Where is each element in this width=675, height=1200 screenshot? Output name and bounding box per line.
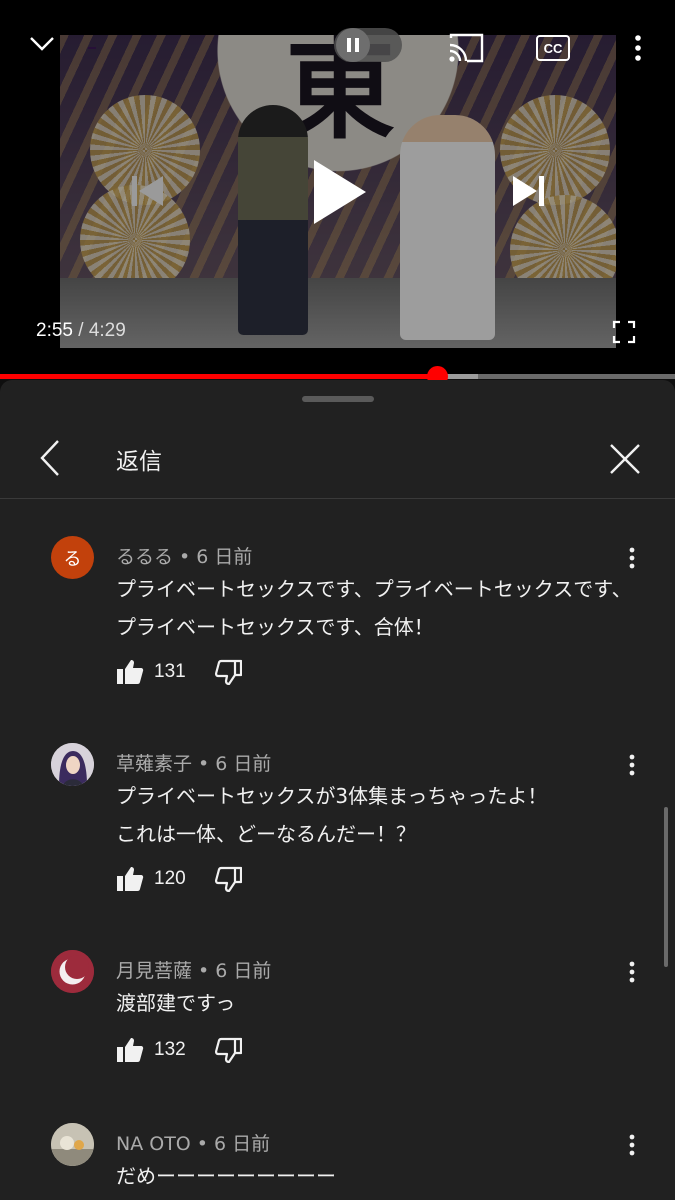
close-icon	[610, 444, 640, 474]
avatar-image	[51, 950, 94, 993]
thumbs-up-icon	[117, 660, 144, 684]
more-vert-icon	[635, 35, 641, 61]
comment-list[interactable]: る るるる • 6 日前 プライベートセックスです、プライベートセックスです、プ…	[0, 500, 675, 1200]
scrollbar[interactable]	[664, 807, 668, 967]
fullscreen-button[interactable]	[608, 316, 640, 348]
chevron-left-icon	[40, 440, 59, 476]
comment-meta: るるる • 6 日前	[116, 546, 253, 568]
like-count: 120	[154, 868, 186, 889]
avatar[interactable]	[51, 1123, 94, 1166]
avatar[interactable]	[51, 950, 94, 993]
like-button[interactable]: 132	[116, 1034, 186, 1066]
comment-meta: NA OTO • 6 日前	[116, 1133, 271, 1155]
skip-next-icon	[513, 176, 544, 206]
skip-previous-icon	[132, 176, 163, 206]
replies-panel: 返信 る るるる • 6 日前 プライベートセックスです、プライベートセックスで…	[0, 380, 675, 1200]
chevron-down-icon	[30, 37, 54, 51]
video-player[interactable]: 東 CC 2:55 / 4:29	[0, 0, 675, 375]
seek-bar[interactable]	[0, 366, 675, 387]
thumbs-down-icon	[214, 866, 242, 892]
autoplay-toggle[interactable]	[334, 28, 402, 62]
cast-button[interactable]	[443, 28, 489, 68]
comment-actions: 132	[116, 1034, 242, 1066]
thumbs-down-icon	[214, 1037, 242, 1063]
more-options-button[interactable]	[620, 28, 656, 68]
cast-icon	[449, 33, 484, 63]
like-count: 131	[154, 661, 186, 682]
avatar-letter: る	[63, 548, 82, 570]
like-count: 132	[154, 1039, 186, 1060]
back-button[interactable]	[30, 436, 70, 480]
comment-text: プライベートセックスが3体集まっちゃったよ！ これは一体、どーなるんだー！？	[116, 784, 548, 846]
comment-actions: 120	[116, 863, 242, 895]
pause-icon	[347, 38, 359, 52]
autoplay-toggle-knob	[336, 28, 370, 62]
duration: / 4:29	[78, 320, 126, 341]
comment-meta: 月見菩薩 • 6 日前	[116, 960, 272, 982]
comment-text: プライベートセックスです、プライベートセックスです、プライベートセックスです、合…	[116, 577, 632, 639]
comment-text: 渡部建ですっ	[116, 991, 236, 1015]
avatar-image	[51, 743, 94, 786]
comment-actions: 131	[116, 656, 242, 688]
comment-text: だめーーーーーーーーー	[116, 1164, 336, 1188]
close-button[interactable]	[604, 438, 646, 480]
thumbs-down-icon	[214, 659, 242, 685]
avatar-image	[51, 1123, 94, 1166]
previous-button[interactable]	[122, 166, 172, 216]
drag-handle[interactable]	[302, 396, 374, 402]
dislike-button[interactable]	[214, 863, 242, 895]
avatar[interactable]	[51, 743, 94, 786]
dislike-button[interactable]	[214, 1034, 242, 1066]
collapse-button[interactable]	[22, 28, 62, 60]
panel-title: 返信	[116, 449, 162, 475]
like-button[interactable]: 131	[116, 656, 186, 688]
more-vert-icon	[629, 1134, 635, 1156]
captions-button[interactable]: CC	[530, 28, 576, 68]
play-button[interactable]	[300, 150, 376, 234]
next-button[interactable]	[504, 166, 554, 216]
seek-bar-played	[0, 374, 437, 379]
fullscreen-icon	[612, 320, 636, 344]
like-button[interactable]: 120	[116, 863, 186, 895]
comment-meta: 草薙素子 • 6 日前	[116, 753, 272, 775]
more-vert-icon	[629, 547, 635, 569]
play-icon	[314, 160, 366, 224]
current-time: 2:55	[36, 320, 73, 341]
thumbs-up-icon	[117, 867, 144, 891]
dislike-button[interactable]	[214, 656, 242, 688]
time-display: 2:55 / 4:29	[36, 320, 126, 342]
more-vert-icon	[629, 754, 635, 776]
more-vert-icon	[629, 961, 635, 983]
panel-header: 返信	[0, 420, 675, 499]
cc-icon: CC	[536, 35, 570, 61]
thumbs-up-icon	[117, 1038, 144, 1062]
avatar[interactable]: る	[51, 536, 94, 579]
